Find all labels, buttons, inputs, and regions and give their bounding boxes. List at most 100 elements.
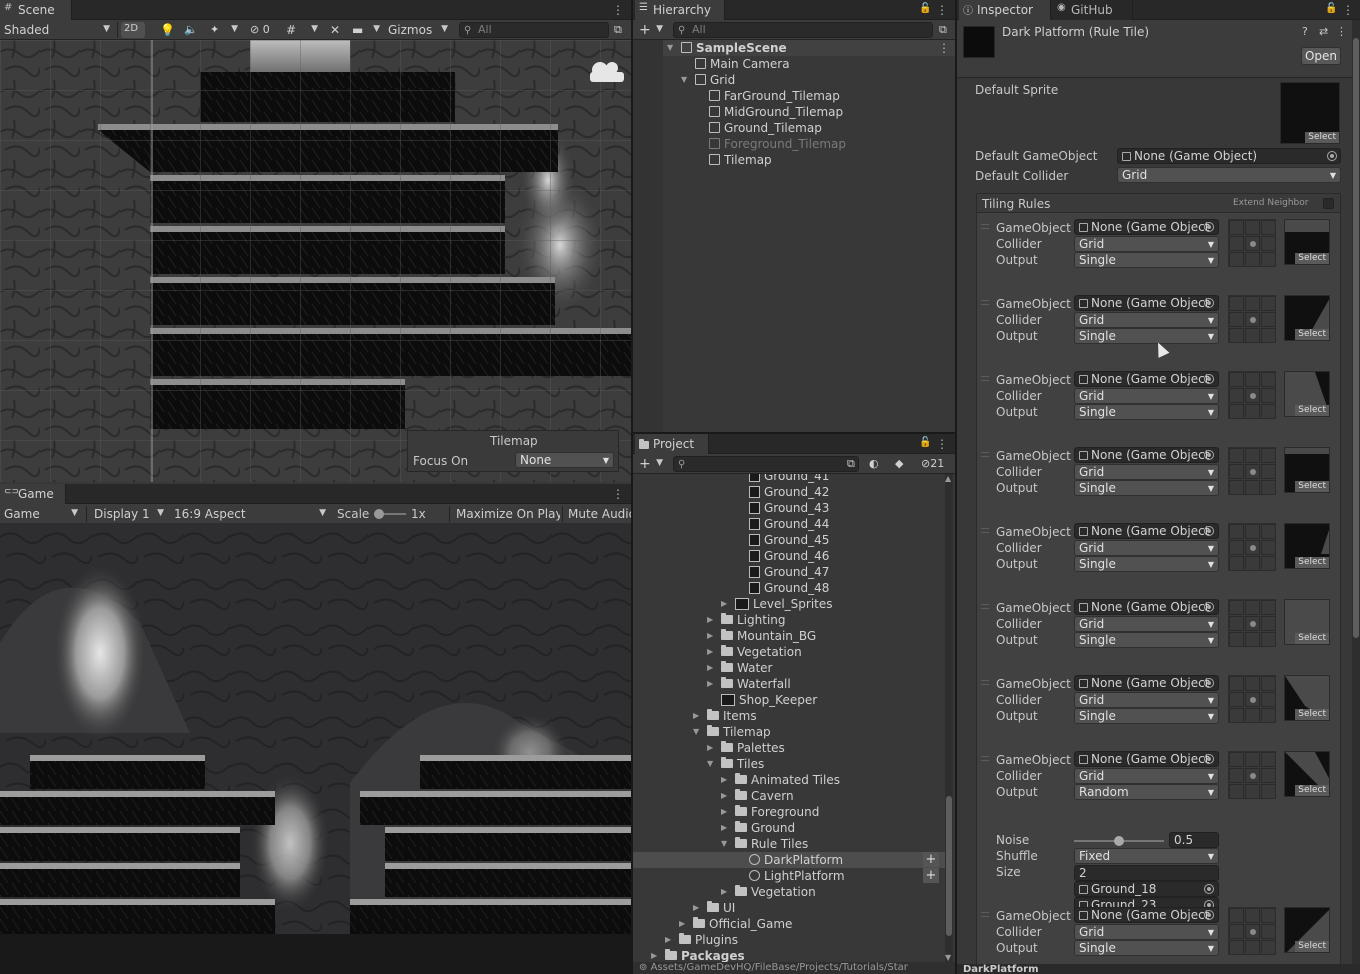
hierarchy-item[interactable]: Ground_Tilemap [709,120,822,136]
object-picker-icon[interactable] [1204,222,1214,232]
fold-closed-icon[interactable]: ▶ [693,900,699,916]
lock-icon[interactable]: 🔓 [1325,3,1337,15]
shuffle-dropdown[interactable]: Fixed ▼ [1074,848,1219,864]
select-button[interactable]: Select [1295,785,1329,796]
fold-closed-icon[interactable]: ▶ [679,916,685,932]
object-picker-icon[interactable] [1327,151,1337,161]
tab-github[interactable]: ◉ GitHub [1053,0,1133,20]
neighbor-cell[interactable] [1261,480,1276,495]
rule-gameobject-field[interactable]: None (Game Object [1074,599,1219,615]
lock-icon[interactable]: 🔓 [919,3,931,15]
rule-output-dropdown[interactable]: Single ▼ [1074,252,1219,268]
default-collider-dropdown[interactable]: Grid ▼ [1117,167,1341,183]
fold-closed-icon[interactable]: ▶ [721,788,727,804]
search-options-icon[interactable]: ⧉ [843,455,859,473]
rule-gameobject-field[interactable]: None (Game Object [1074,523,1219,539]
fold-closed-icon[interactable]: ▶ [721,820,727,836]
rule-sprite-field[interactable]: Select [1284,371,1330,417]
fold-closed-icon[interactable]: ▶ [707,644,713,660]
neighbor-cell[interactable] [1261,768,1276,783]
hierarchy-menu-icon[interactable]: ⋮ [936,3,948,17]
fold-arrow-icon[interactable]: ▼ [667,40,673,56]
neighbor-cell[interactable] [1261,464,1276,479]
tab-scene[interactable]: # Scene [0,0,72,20]
neighbor-cell[interactable] [1261,784,1276,799]
neighbor-cell[interactable] [1229,784,1244,799]
rule-collider-dropdown[interactable]: Grid ▼ [1074,924,1219,940]
project-item[interactable]: ▶ Official_Game [679,916,792,932]
hierarchy-item[interactable]: MidGround_Tilemap [709,104,843,120]
neighbor-cell[interactable] [1245,524,1260,539]
display-dropdown[interactable]: Display 1 ▼ [90,505,168,523]
neighbor-cell[interactable] [1245,600,1260,615]
neighbor-cell[interactable] [1261,524,1276,539]
fold-closed-icon[interactable]: ▶ [651,948,657,962]
object-picker-icon[interactable] [1204,298,1214,308]
select-button[interactable]: Select [1295,329,1329,340]
neighbor-cell[interactable] [1261,632,1276,647]
neighbor-cell[interactable] [1229,312,1244,327]
neighbor-cell[interactable] [1245,296,1260,311]
fold-closed-icon[interactable]: ▶ [721,884,727,900]
maximize-on-play-toggle[interactable]: Maximize On Play [452,505,560,523]
neighbor-cell[interactable] [1229,404,1244,419]
project-item[interactable]: Ground_45 [749,532,829,548]
neighbor-cell[interactable] [1229,676,1244,691]
scroll-up-arrow[interactable]: ▲ [945,474,951,483]
neighbor-cell[interactable] [1261,908,1276,923]
neighbor-cell[interactable] [1229,632,1244,647]
game-menu-icon[interactable]: ⋮ [612,487,624,501]
tools-icon[interactable]: ✕ [326,21,344,39]
neighbor-rule-grid[interactable] [1228,675,1276,723]
neighbor-cell[interactable] [1229,464,1244,479]
project-item[interactable]: Ground_43 [749,500,829,516]
rule-output-dropdown[interactable]: Single ▼ [1074,632,1219,648]
neighbor-cell[interactable] [1229,752,1244,767]
project-item[interactable]: ▶ Level_Sprites [721,596,833,612]
lock-icon[interactable]: 🔓 [919,437,931,449]
project-item[interactable]: ▶ UI [693,900,735,916]
neighbor-cell[interactable] [1229,252,1244,267]
object-picker-icon[interactable] [1204,678,1214,688]
drag-handle-icon[interactable] [981,756,989,761]
project-item[interactable]: ▶ Waterfall [707,676,791,692]
project-item[interactable]: ▶ Plugins [665,932,738,948]
hierarchy-item[interactable]: FarGround_Tilemap [709,88,840,104]
create-asset-button[interactable]: + ▼ [635,454,665,472]
project-item[interactable]: ▶ Ground [721,820,795,836]
rule-collider-dropdown[interactable]: Grid ▼ [1074,236,1219,252]
rule-sprite-field[interactable]: Select [1284,751,1330,797]
neighbor-cell[interactable] [1261,404,1276,419]
neighbor-cell[interactable] [1229,372,1244,387]
game-viewport[interactable] [0,523,631,934]
select-button[interactable]: Select [1295,481,1329,492]
drag-handle-icon[interactable] [981,376,989,381]
neighbor-rule-grid[interactable] [1228,523,1276,571]
neighbor-cell[interactable] [1229,768,1244,783]
rule-collider-dropdown[interactable]: Grid ▼ [1074,692,1219,708]
inspector-menu-icon[interactable]: ⋮ [1342,3,1354,17]
hidden-packages-toggle[interactable]: ⊘21 [917,455,953,473]
size-input[interactable]: 2 [1074,865,1219,881]
neighbor-cell[interactable] [1245,252,1260,267]
neighbor-rule-grid[interactable] [1228,907,1276,955]
neighbor-cell[interactable] [1245,480,1260,495]
effects-toggle-icon[interactable]: ✦ ▼ [206,21,240,39]
hierarchy-item[interactable]: ▼ Grid [681,72,735,88]
neighbor-cell[interactable] [1229,388,1244,403]
fold-closed-icon[interactable]: ▶ [693,708,699,724]
hidden-objects-toggle[interactable]: ⊘ 0 [246,21,280,39]
rule-output-dropdown[interactable]: Single ▼ [1074,404,1219,420]
neighbor-cell[interactable] [1229,908,1244,923]
focus-on-dropdown[interactable]: None ▼ [515,452,614,468]
neighbor-cell[interactable] [1229,940,1244,955]
scene-search-input[interactable]: ⚲ All [459,22,609,38]
hierarchy-search-input[interactable]: ⚲ All [673,22,933,38]
aspect-dropdown[interactable]: 16:9 Aspect ▼ [170,505,330,523]
rule-gameobject-field[interactable]: None (Game Object [1074,371,1219,387]
tab-game[interactable]: ⊂⊃ Game [0,484,66,504]
noise-slider-thumb[interactable] [1114,836,1124,846]
noise-input[interactable]: 0.5 [1169,832,1219,848]
neighbor-cell[interactable] [1229,692,1244,707]
neighbor-cell[interactable] [1261,372,1276,387]
